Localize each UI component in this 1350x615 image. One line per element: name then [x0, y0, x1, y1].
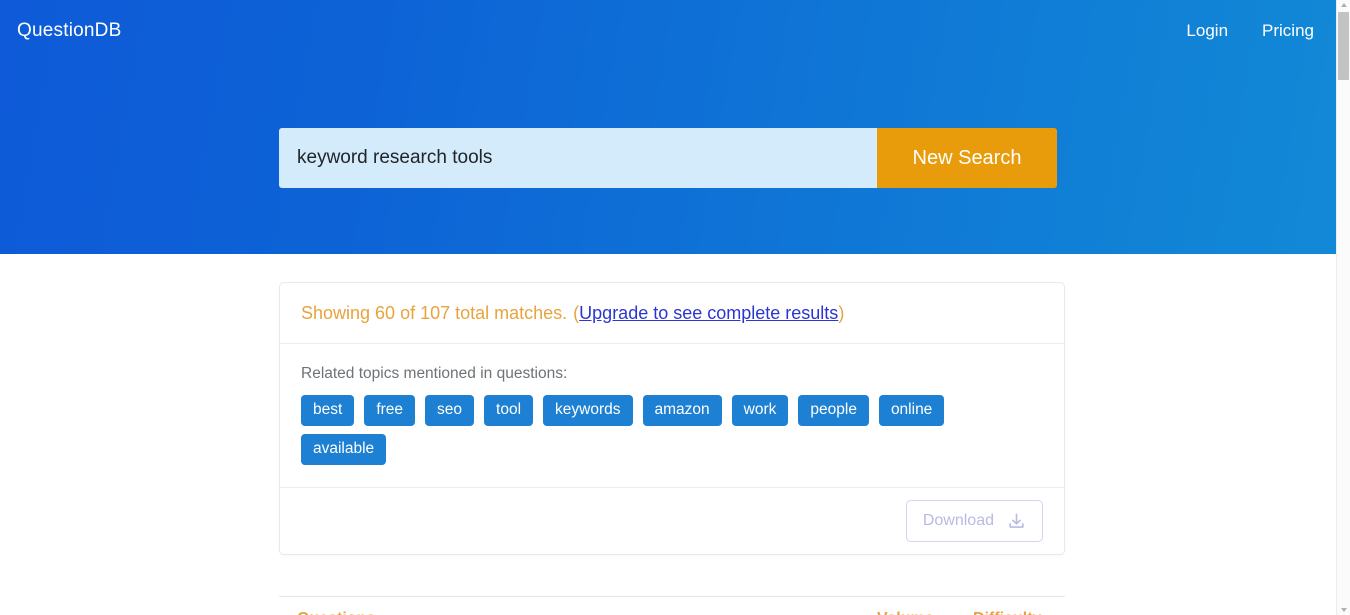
upgrade-link[interactable]: Upgrade to see complete results — [579, 303, 838, 324]
topic-tag[interactable]: online — [878, 395, 945, 426]
results-summary-row: Showing 60 of 107 total matches. ( Upgra… — [280, 283, 1064, 344]
column-header-volume[interactable]: Volume — [877, 608, 973, 615]
related-topics-section: Related topics mentioned in questions: b… — [280, 344, 1064, 488]
topic-tag[interactable]: keywords — [543, 395, 633, 426]
search-input[interactable] — [279, 128, 877, 188]
column-header-questions[interactable]: Questions — [279, 608, 877, 615]
nav-link-login[interactable]: Login — [1186, 18, 1228, 44]
download-icon — [1007, 512, 1026, 531]
topic-tag[interactable]: best — [301, 395, 355, 426]
questions-table: Questions Volume Difficulty — [279, 596, 1065, 615]
nav-link-pricing[interactable]: Pricing — [1262, 18, 1314, 44]
showing-matches-text: Showing 60 of 107 total matches. — [301, 303, 568, 323]
new-search-button[interactable]: New Search — [877, 128, 1057, 188]
column-header-difficulty[interactable]: Difficulty — [973, 608, 1065, 615]
topic-tag[interactable]: seo — [425, 395, 475, 426]
topic-tag[interactable]: available — [301, 434, 387, 465]
scroll-down-arrow-icon[interactable] — [1341, 608, 1347, 612]
topic-tag[interactable]: free — [364, 395, 416, 426]
card-footer: Download — [280, 488, 1064, 554]
topic-tag[interactable]: people — [798, 395, 869, 426]
table-header-row: Questions Volume Difficulty — [279, 597, 1065, 615]
paren-close: ) — [838, 302, 845, 323]
topic-tag[interactable]: amazon — [642, 395, 722, 426]
page-root: QuestionDB Login Pricing New Search Show… — [0, 0, 1350, 615]
brand-logo[interactable]: QuestionDB — [17, 19, 121, 43]
topic-tag-list: best free seo tool keywords amazon work … — [301, 395, 961, 465]
topic-tag[interactable]: tool — [484, 395, 534, 426]
scrollbar-thumb[interactable] — [1338, 12, 1349, 80]
nav-links: Login Pricing — [1186, 18, 1314, 44]
download-button[interactable]: Download — [905, 500, 1043, 542]
top-navbar: QuestionDB Login Pricing — [0, 0, 1336, 62]
topic-tag[interactable]: work — [731, 395, 789, 426]
download-button-label: Download — [922, 512, 994, 529]
scroll-up-arrow-icon[interactable] — [1341, 3, 1347, 7]
search-bar: New Search — [279, 128, 1057, 188]
results-card: Showing 60 of 107 total matches. ( Upgra… — [279, 282, 1065, 555]
page-scrollbar[interactable] — [1336, 0, 1350, 615]
related-topics-label: Related topics mentioned in questions: — [301, 365, 568, 382]
hero-banner: QuestionDB Login Pricing New Search — [0, 0, 1336, 254]
